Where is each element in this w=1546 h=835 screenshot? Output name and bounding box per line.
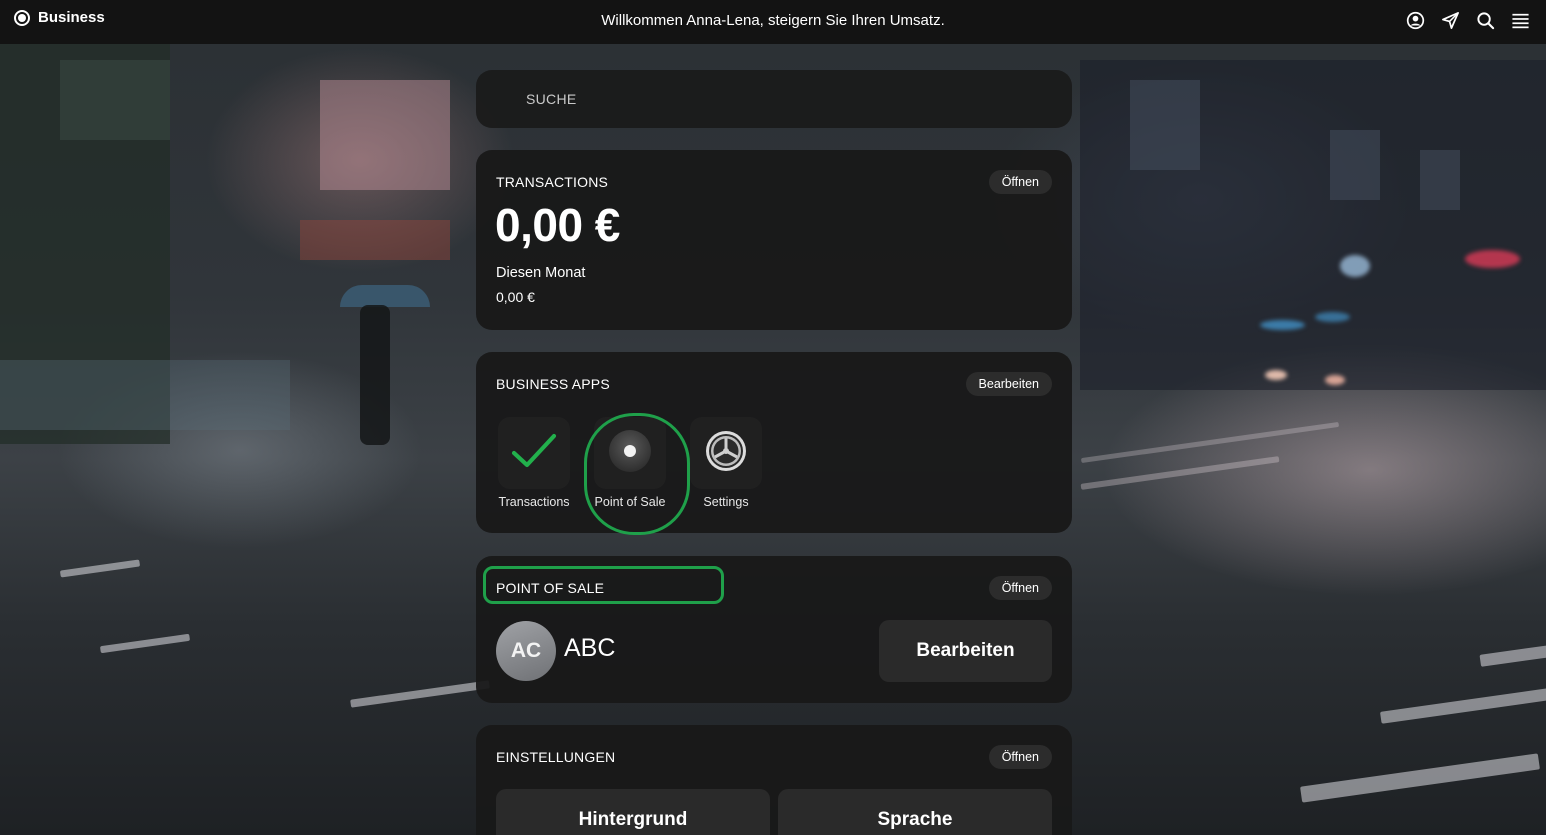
search-panel: [476, 70, 1072, 128]
transactions-card: TRANSACTIONS Öffnen 0,00 € Diesen Monat …: [476, 150, 1072, 330]
search-input[interactable]: [526, 91, 1026, 107]
transactions-open-button[interactable]: Öffnen: [988, 170, 1052, 194]
language-button[interactable]: Sprache: [778, 789, 1052, 835]
app-settings[interactable]: Settings: [683, 417, 769, 509]
transactions-total-amount: 0,00 €: [495, 199, 620, 251]
point-of-sale-title: POINT OF SALE: [496, 580, 605, 596]
app-point-of-sale[interactable]: Point of Sale: [587, 417, 673, 509]
point-of-sale-open-button[interactable]: Öffnen: [988, 576, 1052, 600]
top-bar-actions: [1406, 11, 1530, 30]
app-label: Transactions: [498, 495, 570, 509]
welcome-message: Willkommen Anna-Lena, steigern Sie Ihren…: [601, 12, 945, 29]
search-icon[interactable]: [1476, 11, 1495, 30]
transactions-card-title: TRANSACTIONS: [496, 174, 609, 190]
this-month-label: Diesen Monat: [496, 265, 586, 281]
settings-card: EINSTELLUNGEN Öffnen Hintergrund Sprache: [476, 725, 1072, 835]
settings-open-button[interactable]: Öffnen: [988, 745, 1052, 769]
point-of-sale-name: ABC: [564, 634, 616, 662]
avatar: AC: [496, 621, 556, 681]
app-transactions[interactable]: Transactions: [491, 417, 577, 509]
send-icon[interactable]: [1441, 11, 1460, 30]
background-button[interactable]: Hintergrund: [496, 789, 770, 835]
point-of-sale-card: POINT OF SALE Öffnen AC ABC Bearbeiten: [476, 556, 1072, 703]
business-apps-card: BUSINESS APPS Bearbeiten Transactions Po…: [476, 352, 1072, 535]
checkmark-icon: [510, 431, 558, 476]
business-apps-title: BUSINESS APPS: [496, 376, 610, 392]
settings-title: EINSTELLUNGEN: [496, 749, 616, 765]
menu-icon[interactable]: [1511, 11, 1530, 30]
app-label: Settings: [703, 495, 749, 509]
account-icon[interactable]: [1406, 11, 1425, 30]
pos-disc-icon: [608, 429, 652, 478]
gear-icon: [704, 429, 748, 478]
top-bar: Business Willkommen Anna-Lena, steigern …: [0, 0, 1546, 44]
this-month-value: 0,00 €: [496, 289, 535, 305]
point-of-sale-edit-button[interactable]: Bearbeiten: [879, 620, 1052, 682]
app-tile: [498, 417, 570, 489]
app-tile: [690, 417, 762, 489]
app-tile: [594, 417, 666, 489]
business-apps-edit-button[interactable]: Bearbeiten: [965, 372, 1052, 396]
app-label: Point of Sale: [594, 495, 666, 509]
